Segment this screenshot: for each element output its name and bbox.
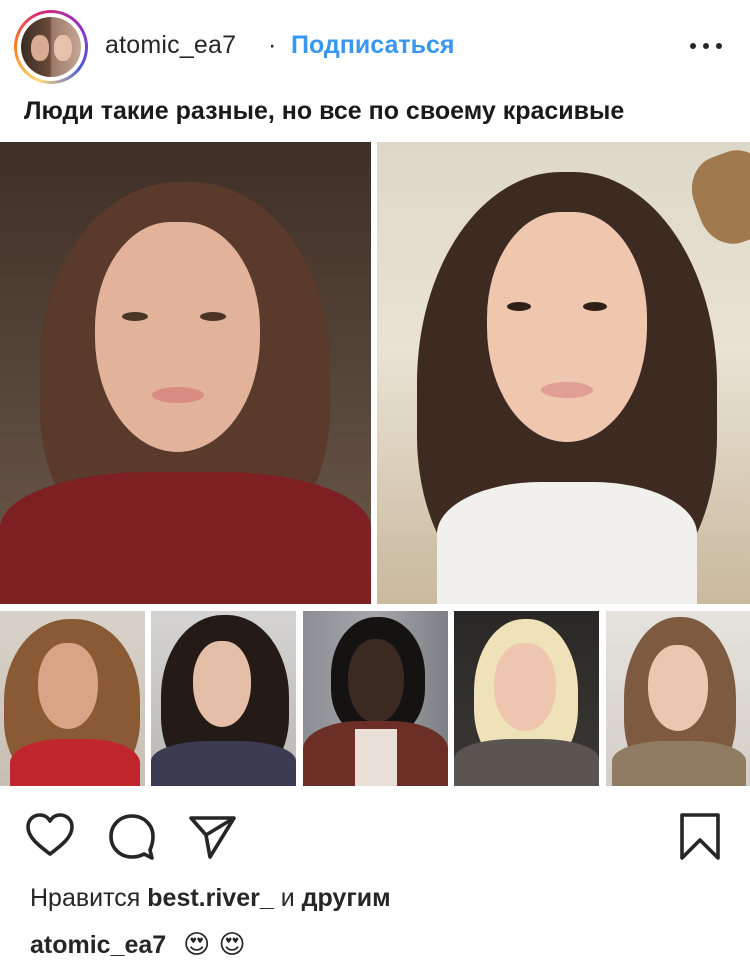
- photo-small-3: [303, 611, 448, 786]
- photo-small-2: [151, 611, 296, 786]
- image-caption-strip: Люди такие разные, но все по своему крас…: [0, 94, 750, 142]
- more-horizontal-icon[interactable]: [688, 34, 724, 58]
- avatar[interactable]: [14, 10, 88, 84]
- heart-icon[interactable]: [24, 810, 76, 862]
- separator-dot: ·: [268, 31, 277, 59]
- comment-text: 😍 😍: [183, 930, 246, 960]
- bookmark-icon[interactable]: [674, 810, 726, 862]
- post-username[interactable]: atomic_ea7: [105, 31, 236, 60]
- comment-username[interactable]: atomic_ea7: [30, 931, 166, 959]
- avatar-image: [21, 17, 81, 77]
- photo-small-5: [606, 611, 750, 786]
- comment-icon[interactable]: [106, 810, 158, 862]
- action-bar: [0, 800, 750, 870]
- likes-prefix: Нравится: [30, 884, 141, 912]
- likes-others-link[interactable]: другим: [302, 884, 391, 912]
- photo-small-1: [0, 611, 145, 786]
- liked-by-username[interactable]: best.river_: [147, 884, 273, 912]
- likes-conjunction: и: [280, 884, 295, 912]
- post-image[interactable]: Люди такие разные, но все по своему крас…: [0, 94, 750, 791]
- post-header: atomic_ea7 · Подписаться: [0, 0, 750, 94]
- photo-small-4: [454, 611, 599, 786]
- likes-line: Нравится best.river_ и другим: [30, 884, 391, 913]
- follow-button[interactable]: Подписаться: [291, 31, 454, 60]
- photo-large-left: [0, 142, 371, 604]
- image-caption: Люди такие разные, но все по своему крас…: [24, 97, 625, 125]
- send-icon[interactable]: [186, 810, 238, 862]
- caption-comment: atomic_ea7 😍 😍: [30, 930, 246, 960]
- photo-large-right: [377, 142, 750, 604]
